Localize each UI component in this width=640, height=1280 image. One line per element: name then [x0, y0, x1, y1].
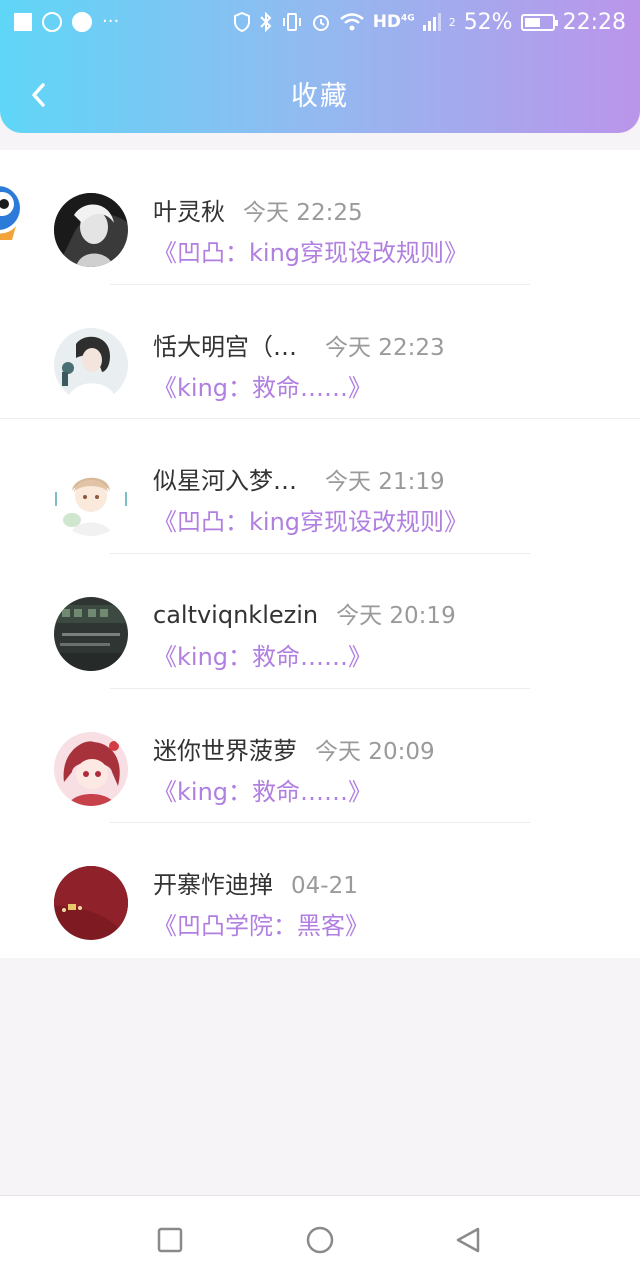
status-bar: ··· HD4G 2 52% 22:28 [0, 0, 640, 44]
favorited-work-link[interactable]: 《凹凸学院：黑客》 [153, 906, 369, 941]
clock: 22:28 [562, 9, 626, 35]
recents-square-icon [157, 1227, 183, 1253]
user-name: 似星河入梦… [153, 467, 297, 496]
shield-icon [233, 12, 250, 32]
globe-icon [72, 12, 92, 32]
battery-icon [520, 13, 558, 31]
user-name: 恬大明宫（… [153, 332, 297, 361]
vibrate-icon [282, 13, 301, 31]
list-item[interactable]: 恬大明宫（… 今天 22:23 《king：救命……》 [0, 285, 640, 420]
avatar[interactable] [54, 731, 128, 806]
sim-slot: 2 [448, 15, 456, 29]
favorites-list: 叶灵秋 今天 22:25 《凹凸：king穿现设改规则》 恬大明宫（… 今天 22:… [0, 150, 640, 958]
timestamp: 今天 21:19 [325, 469, 445, 496]
avatar[interactable] [54, 462, 128, 537]
favorited-work-link[interactable]: 《king：救命……》 [153, 637, 372, 672]
avatar[interactable] [54, 327, 128, 402]
network-type: HD4G [372, 12, 415, 32]
favorited-work-link[interactable]: 《king：救命……》 [153, 772, 372, 807]
list-item[interactable]: 迷你世界菠萝 今天 20:09 《king：救命……》 [0, 689, 640, 824]
page-title: 收藏 [291, 81, 349, 112]
home-button[interactable] [300, 1220, 340, 1260]
timestamp: 今天 20:19 [336, 603, 456, 630]
timestamp: 今天 22:25 [243, 200, 363, 226]
home-circle-icon [306, 1226, 334, 1254]
more-notifications: ··· [102, 11, 120, 32]
timestamp: 04-21 [291, 873, 358, 900]
alarm-icon [312, 15, 329, 31]
list-item[interactable]: 似星河入梦… 今天 21:19 《凹凸：king穿现设改规则》 [0, 419, 640, 555]
user-name: 迷你世界菠萝 [153, 736, 297, 765]
recents-button[interactable] [150, 1220, 190, 1260]
favorited-work-link[interactable]: 《king：救命……》 [153, 368, 372, 403]
app-header: ··· HD4G 2 52% 22:28 收藏 [0, 0, 640, 133]
signal-bars-icon [422, 13, 441, 31]
back-nav-button[interactable] [448, 1220, 488, 1260]
favorited-work-link[interactable]: 《凹凸：king穿现设改规则》 [153, 502, 468, 537]
user-name: caltviqnklezin [153, 601, 319, 630]
list-item[interactable]: 开寨怍迪掸 04-21 《凹凸学院：黑客》 [0, 823, 640, 958]
battery-percent: 52% [463, 9, 513, 35]
bluetooth-icon [259, 12, 272, 32]
system-nav-bar [0, 1195, 640, 1280]
title-bar: 收藏 [0, 62, 640, 128]
user-name: 叶灵秋 [153, 198, 225, 226]
favorited-work-link[interactable]: 《凹凸：king穿现设改规则》 [153, 233, 468, 268]
list-item[interactable]: 叶灵秋 今天 22:25 《凹凸：king穿现设改规则》 [0, 150, 640, 285]
avatar[interactable] [54, 597, 128, 672]
avatar[interactable] [54, 193, 128, 267]
list-item[interactable]: caltviqnklezin 今天 20:19 《king：救命……》 [0, 554, 640, 689]
search-notification-icon [42, 12, 62, 32]
back-triangle-icon [456, 1227, 480, 1253]
notification-square-icon [14, 13, 32, 31]
timestamp: 今天 20:09 [315, 738, 435, 765]
wifi-icon [339, 13, 364, 31]
avatar[interactable] [54, 866, 128, 941]
user-name: 开寨怍迪掸 [153, 871, 273, 900]
timestamp: 今天 22:23 [325, 334, 445, 361]
